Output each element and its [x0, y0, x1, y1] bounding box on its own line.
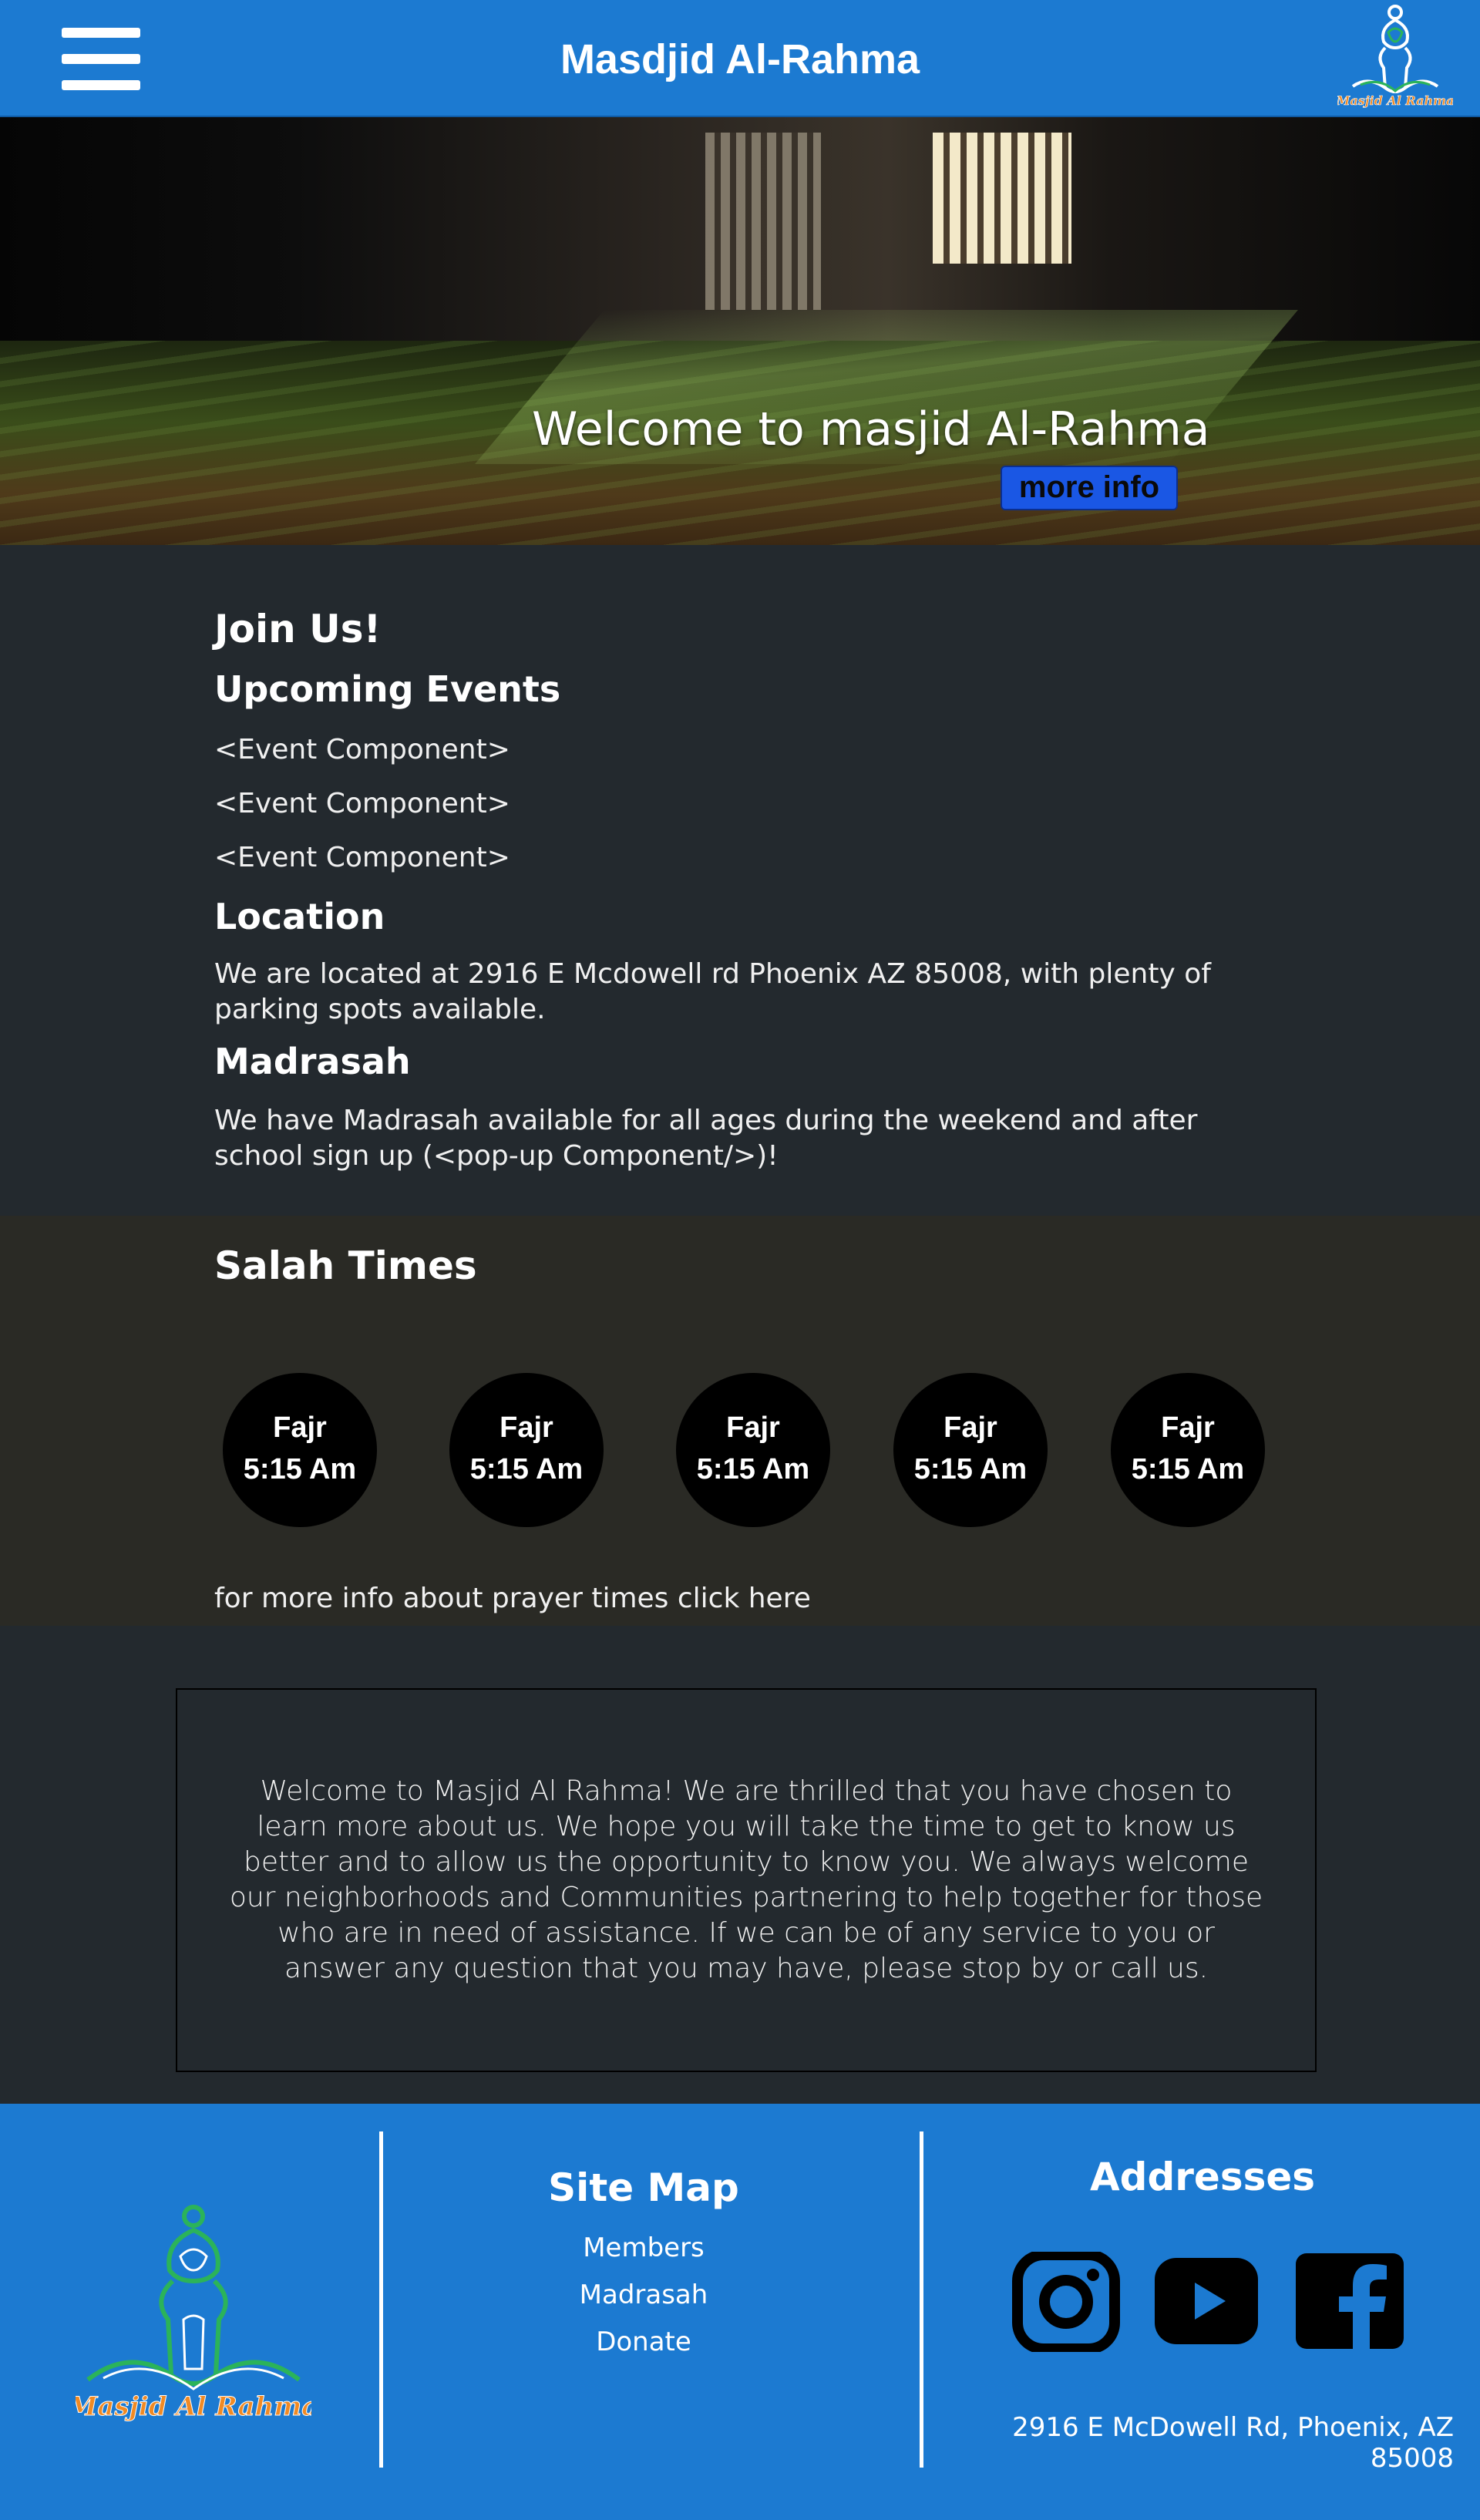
instagram-icon[interactable]	[1011, 2252, 1121, 2352]
join-section: Join Us! Upcoming Events <Event Componen…	[0, 545, 1480, 1216]
footer: Masjid Al Rahma Site Map Members Madrasa…	[0, 2104, 1480, 2520]
location-text: We are located at 2916 E Mcdowell rd Pho…	[214, 958, 1211, 1025]
welcome-section: Welcome to Masjid Al Rahma! We are thril…	[0, 1626, 1480, 2104]
top-header: Masdjid Al-Rahma Masjid Al Rahma	[0, 0, 1480, 117]
prayer-name: Fajr	[726, 1411, 780, 1444]
prayer-time-circle: Fajr 5:15 Am	[1111, 1373, 1265, 1527]
footer-address: 2916 E McDowell Rd, Phoenix, AZ 85008	[1012, 2412, 1454, 2474]
sitemap-link-members[interactable]: Members	[462, 2232, 825, 2263]
footer-divider	[379, 2131, 383, 2468]
hero-title: Welcome to masjid Al-Rahma	[532, 402, 1210, 456]
prayer-times-more-info-link[interactable]: for more info about prayer times click h…	[214, 1581, 1293, 1617]
sitemap-link-madrasah[interactable]: Madrasah	[462, 2279, 825, 2310]
prayer-time-circle: Fajr 5:15 Am	[893, 1373, 1048, 1527]
prayer-time-circle: Fajr 5:15 Am	[449, 1373, 604, 1527]
madrasah-heading: Madrasah	[214, 1041, 411, 1082]
prayer-name: Fajr	[1161, 1411, 1215, 1444]
footer-divider	[920, 2131, 923, 2468]
salah-heading: Salah Times	[214, 1243, 477, 1288]
prayer-time: 5:15 Am	[469, 1453, 584, 1485]
prayer-name: Fajr	[273, 1411, 327, 1444]
join-heading: Join Us!	[214, 607, 382, 651]
svg-text:Masjid Al Rahma: Masjid Al Rahma	[1337, 93, 1453, 108]
youtube-icon[interactable]	[1155, 2258, 1258, 2344]
location-heading: Location	[214, 896, 385, 937]
event-item: <Event Component>	[214, 788, 510, 819]
svg-text:Masjid Al Rahma: Masjid Al Rahma	[76, 2391, 311, 2422]
hero-banner: Welcome to masjid Al-Rahma more info	[0, 117, 1480, 545]
sitemap-link-donate[interactable]: Donate	[462, 2327, 825, 2357]
sitemap-title: Site Map	[548, 2165, 739, 2210]
prayer-name: Fajr	[500, 1411, 553, 1444]
addresses-title: Addresses	[1089, 2155, 1316, 2199]
madrasah-text: We have Madrasah available for all ages …	[214, 1105, 1198, 1172]
prayer-time: 5:15 Am	[913, 1453, 1028, 1485]
mosque-logo-icon[interactable]: Masjid Al Rahma	[1337, 2, 1453, 111]
prayer-time-circle: Fajr 5:15 Am	[223, 1373, 377, 1527]
prayer-name: Fajr	[944, 1411, 997, 1444]
prayer-time-circle: Fajr 5:15 Am	[676, 1373, 830, 1527]
facebook-icon[interactable]	[1296, 2253, 1404, 2349]
welcome-text: Welcome to Masjid Al Rahma! We are thril…	[229, 1775, 1263, 1984]
mosque-logo-icon[interactable]: Masjid Al Rahma	[76, 2196, 311, 2427]
prayer-time: 5:15 Am	[1131, 1453, 1245, 1485]
more-info-button[interactable]: more info	[1001, 466, 1178, 510]
prayer-time: 5:15 Am	[243, 1453, 357, 1485]
events-heading: Upcoming Events	[214, 668, 561, 710]
event-item: <Event Component>	[214, 842, 510, 873]
site-title: Masdjid Al-Rahma	[560, 36, 920, 82]
event-item: <Event Component>	[214, 734, 510, 765]
prayer-time: 5:15 Am	[696, 1453, 810, 1485]
salah-times-section: Salah Times Fajr 5:15 Am Fajr 5:15 Am Fa…	[0, 1216, 1480, 1626]
welcome-box: Welcome to Masjid Al Rahma! We are thril…	[176, 1688, 1317, 2072]
